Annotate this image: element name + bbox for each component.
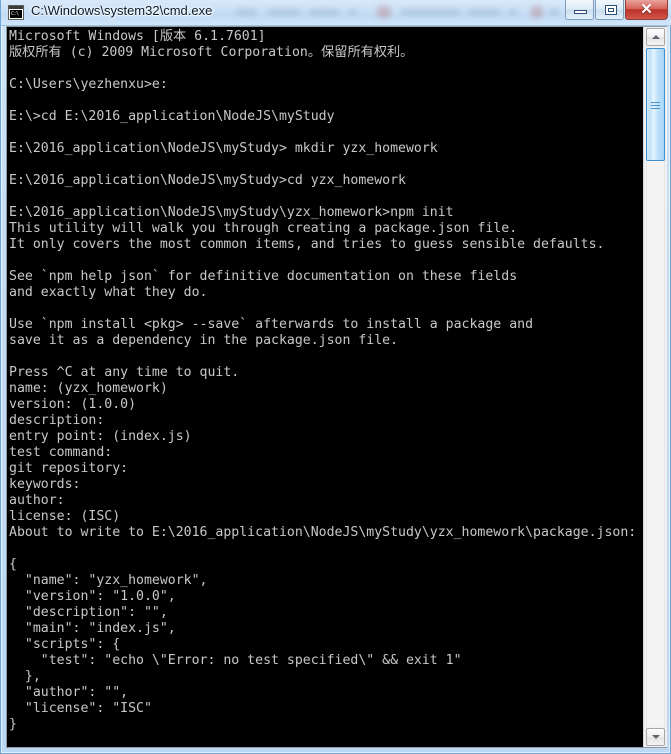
- maximize-button[interactable]: [595, 0, 624, 20]
- scroll-down-arrow[interactable]: [646, 728, 665, 746]
- console-text: Microsoft Windows [版本 6.1.7601] 版权所有 (c)…: [9, 29, 637, 732]
- chevron-down-icon: [651, 735, 660, 739]
- aero-glass-reflection: [231, 0, 561, 25]
- grip-line: [651, 102, 660, 103]
- maximize-icon: [605, 5, 617, 15]
- window-titlebar[interactable]: C:\ C:\Windows\system32\cmd.exe ✕: [1, 0, 671, 26]
- cmd-console-icon[interactable]: C:\: [8, 5, 24, 20]
- close-icon: ✕: [640, 1, 653, 18]
- icon-titlebar-strip: [9, 6, 23, 9]
- scroll-up-arrow[interactable]: [646, 28, 665, 46]
- minimize-icon: [574, 10, 587, 14]
- console-output-surface[interactable]: Microsoft Windows [版本 6.1.7601] 版权所有 (c)…: [7, 27, 643, 747]
- grip-line: [651, 105, 660, 106]
- icon-screen-text: C:\: [10, 10, 22, 18]
- window-title: C:\Windows\system32\cmd.exe: [31, 3, 213, 18]
- minimize-button[interactable]: [565, 0, 594, 20]
- cmd-window: C:\ C:\Windows\system32\cmd.exe ✕ Micros…: [0, 0, 671, 754]
- chevron-up-icon: [651, 35, 660, 39]
- console-client-area: Microsoft Windows [版本 6.1.7601] 版权所有 (c)…: [6, 26, 667, 748]
- vertical-scrollbar[interactable]: [643, 27, 667, 747]
- grip-line: [651, 108, 660, 109]
- scrollbar-thumb[interactable]: [646, 48, 665, 161]
- close-button[interactable]: ✕: [625, 0, 668, 20]
